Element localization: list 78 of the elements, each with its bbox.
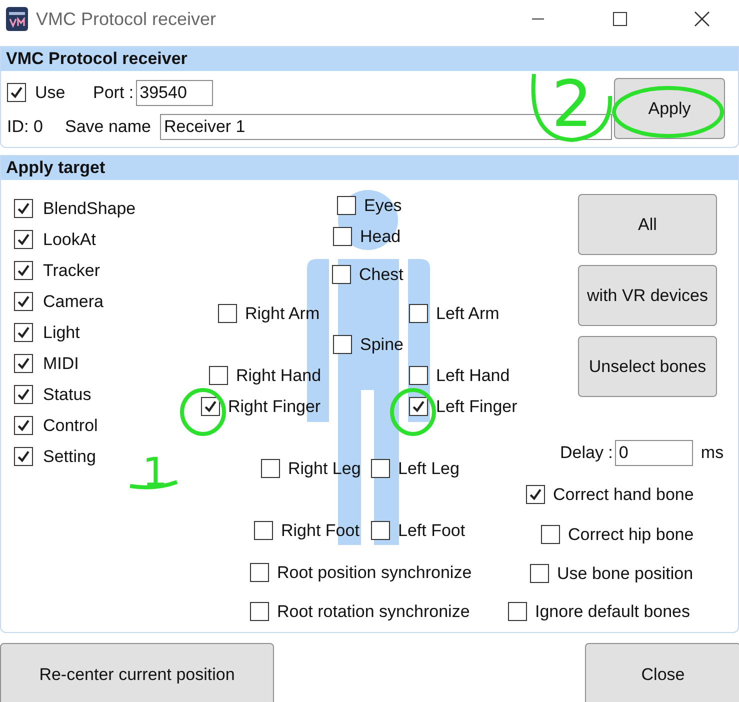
- target-label: Status: [43, 384, 92, 404]
- checkbox[interactable]: [250, 602, 269, 621]
- checkbox[interactable]: [337, 196, 356, 215]
- id-label: ID: 0: [7, 116, 44, 136]
- checkbox[interactable]: [209, 366, 228, 385]
- checkbox[interactable]: [371, 521, 390, 540]
- port-field[interactable]: 39540: [136, 80, 213, 106]
- checkbox[interactable]: [201, 397, 220, 416]
- checkbox[interactable]: [14, 199, 33, 218]
- bone-label: Right Hand: [236, 366, 322, 386]
- bone-label: Spine: [360, 334, 404, 354]
- bone-label: Head: [360, 226, 401, 246]
- checkbox[interactable]: [332, 265, 351, 284]
- checkbox[interactable]: [541, 525, 560, 544]
- bone-label: Left Hand: [436, 366, 510, 386]
- bone-label: Left Leg: [398, 458, 460, 478]
- option-label: Root rotation synchronize: [277, 602, 470, 622]
- checkbox[interactable]: [14, 447, 33, 466]
- bone-label: Chest: [359, 264, 404, 284]
- checkbox[interactable]: [254, 521, 273, 540]
- option-label: Use bone position: [557, 564, 694, 584]
- target-label: BlendShape: [43, 198, 136, 218]
- checkbox[interactable]: [14, 230, 33, 249]
- checkbox[interactable]: [530, 564, 549, 583]
- checkbox[interactable]: [7, 83, 26, 102]
- checkbox[interactable]: [409, 304, 428, 323]
- checkbox[interactable]: [250, 563, 269, 582]
- checkbox[interactable]: [333, 335, 352, 354]
- target-label: Setting: [43, 446, 96, 466]
- target-label: LookAt: [43, 230, 96, 250]
- checkbox[interactable]: [14, 323, 33, 342]
- port-label: Port :: [93, 82, 134, 102]
- annotation-circle: [180, 388, 226, 436]
- unit-label: ms: [700, 443, 724, 463]
- option-label: Ignore default bones: [535, 602, 690, 622]
- option-label: Correct hand bone: [553, 484, 694, 504]
- option-label: Root position synchronize: [277, 562, 472, 582]
- target-label: Camera: [43, 292, 104, 312]
- delay-field[interactable]: 0: [614, 440, 693, 466]
- recenter-button[interactable]: Re-center current position: [0, 643, 274, 702]
- bone-label: Right Arm: [245, 304, 320, 324]
- bone-label: Right Finger: [228, 396, 321, 416]
- target-label: Tracker: [43, 260, 100, 280]
- window-title: VMC Protocol receiver: [36, 8, 218, 30]
- section-header: VMC Protocol receiver: [1, 47, 738, 71]
- bone-label: Right Foot: [281, 520, 360, 540]
- bone-label: Left Foot: [398, 520, 466, 540]
- checkbox[interactable]: [14, 416, 33, 435]
- bone-label: Right Leg: [288, 458, 361, 478]
- close-button[interactable]: Close: [585, 643, 739, 702]
- annotation-circle: [390, 388, 436, 436]
- checkbox[interactable]: [14, 354, 33, 373]
- checkbox[interactable]: [333, 227, 352, 246]
- delay-label: Delay :: [560, 443, 613, 463]
- checkbox[interactable]: [526, 485, 545, 504]
- option-label: Correct hip bone: [568, 524, 694, 544]
- select-button[interactable]: with VR devices: [578, 265, 717, 326]
- checkbox[interactable]: [508, 602, 527, 621]
- target-label: MIDI: [43, 354, 79, 374]
- select-button[interactable]: All: [578, 194, 717, 255]
- checkbox[interactable]: [14, 385, 33, 404]
- bone-label: Left Arm: [436, 304, 500, 324]
- use-label: Use: [35, 82, 66, 102]
- checkbox[interactable]: [409, 397, 428, 416]
- checkbox[interactable]: [261, 459, 280, 478]
- checkbox[interactable]: [218, 304, 237, 323]
- target-label: Control: [43, 416, 98, 436]
- save-name-label: Save name: [65, 116, 152, 136]
- section-header: Apply target: [1, 156, 738, 180]
- app-icon: [6, 7, 28, 31]
- bone-label: Eyes: [364, 196, 402, 216]
- target-label: Light: [43, 322, 80, 342]
- checkbox[interactable]: [371, 459, 390, 478]
- checkbox[interactable]: [14, 292, 33, 311]
- checkbox[interactable]: [14, 261, 33, 280]
- checkbox[interactable]: [409, 366, 428, 385]
- select-button[interactable]: Unselect bones: [578, 336, 717, 397]
- bone-label: Left Finger: [436, 396, 518, 416]
